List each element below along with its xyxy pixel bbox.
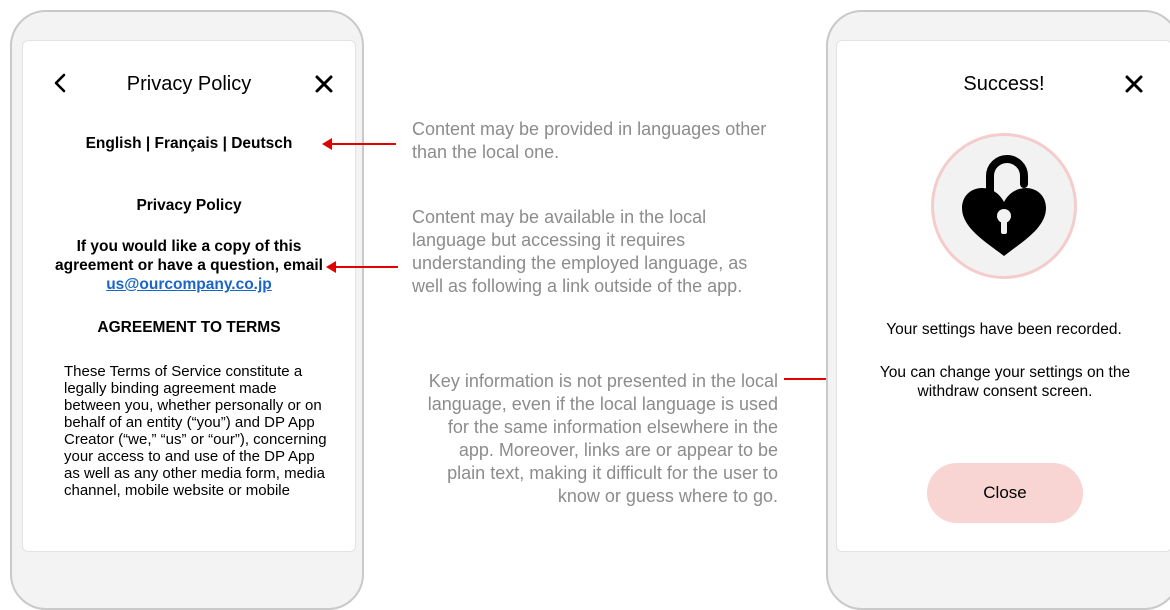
- success-screen: Success! Your settings have been recorde…: [836, 40, 1170, 552]
- annotation-arrow-email: [326, 261, 398, 273]
- page-title: Privacy Policy: [126, 73, 252, 95]
- annotation-key-info: Key information is not presented in the …: [427, 371, 778, 506]
- annotation-external-link: Content may be available in the local la…: [412, 207, 748, 296]
- terms-heading: AGREEMENT TO TERMS: [97, 319, 281, 336]
- privacy-policy-heading: Privacy Policy: [136, 197, 242, 214]
- annotation-languages: Content may be provided in languages oth…: [412, 119, 767, 162]
- phone-frame-left: Privacy Policy English | Français | Deut…: [10, 10, 364, 610]
- privacy-policy-screen: Privacy Policy English | Français | Deut…: [22, 40, 356, 552]
- copy-request-text: If you would like a copy of this agreeme…: [43, 237, 335, 294]
- close-icon[interactable]: [1121, 71, 1147, 97]
- lock-icon-badge: [931, 133, 1077, 279]
- copy-request-label: If you would like a copy of this agreeme…: [55, 238, 323, 274]
- close-icon[interactable]: [311, 71, 337, 97]
- language-selector[interactable]: English | Français | Deutsch: [23, 135, 355, 153]
- email-link[interactable]: us@ourcompany.co.jp: [106, 276, 272, 293]
- annotation-arrow-languages: [322, 138, 396, 150]
- phone-frame-right: Success! Your settings have been recorde…: [826, 10, 1170, 610]
- settings-recorded-message: Your settings have been recorded.: [886, 321, 1122, 338]
- withdraw-consent-message: You can change your settings on the with…: [879, 364, 1131, 400]
- close-button[interactable]: Close: [927, 463, 1083, 523]
- heart-lock-open-icon: [962, 155, 1046, 256]
- terms-body-text: These Terms of Service constitute a lega…: [64, 363, 327, 499]
